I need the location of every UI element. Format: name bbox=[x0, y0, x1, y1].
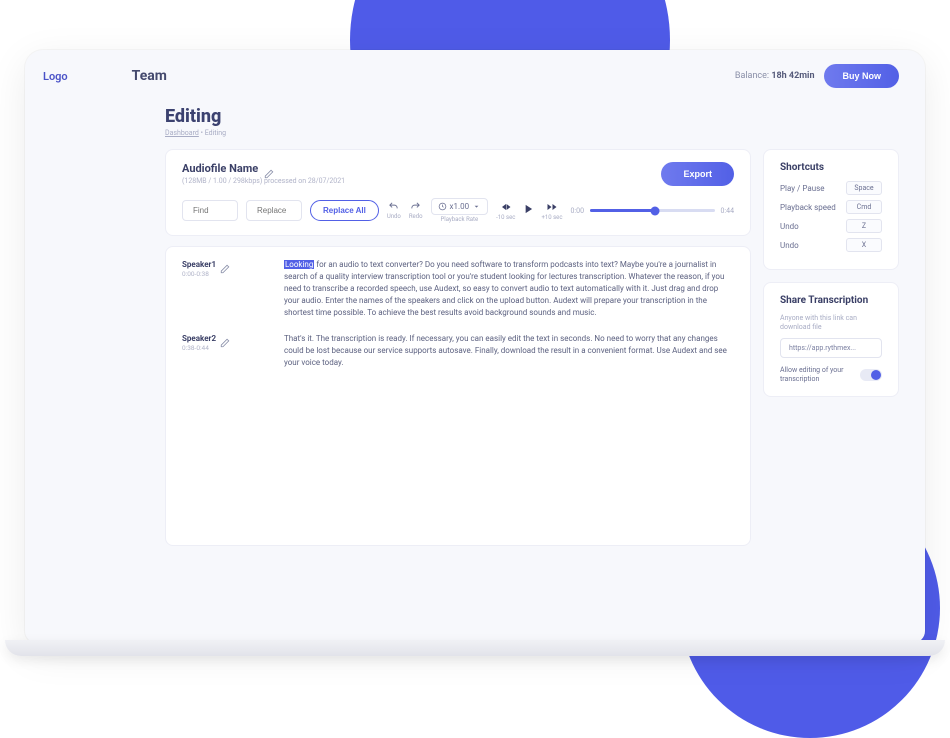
segment-text[interactable]: Looking for an audio to text converter? … bbox=[284, 259, 734, 319]
page-title: Editing bbox=[165, 106, 785, 127]
speaker-label: Speaker2 bbox=[182, 334, 216, 343]
page-heading: Editing Dashboard • Editing bbox=[25, 102, 925, 141]
segment-time: 0:00-0:38 bbox=[182, 270, 244, 278]
file-name: Audiofile Name bbox=[182, 162, 258, 175]
file-card: Audiofile Name (128MB / 1.00 / 298kbps) … bbox=[165, 149, 751, 236]
shortcut-key: Space bbox=[846, 181, 882, 195]
team-heading: Team bbox=[132, 68, 735, 84]
shortcut-key: X bbox=[846, 238, 882, 252]
playback-controls: -10 sec +10 sec bbox=[496, 201, 562, 221]
toggle-knob bbox=[871, 370, 881, 380]
redo-label: Redo bbox=[409, 213, 423, 220]
right-column: Shortcuts Play / Pause Space Playback sp… bbox=[763, 149, 899, 546]
segment-text[interactable]: That's it. The transcription is ready. I… bbox=[284, 333, 734, 369]
skip-back-button[interactable]: -10 sec bbox=[496, 201, 515, 221]
share-card: Share Transcription Anyone with this lin… bbox=[763, 282, 899, 397]
speaker-label: Speaker1 bbox=[182, 260, 216, 269]
shortcuts-title: Shortcuts bbox=[780, 162, 882, 173]
edit-toggle[interactable] bbox=[860, 369, 882, 381]
shortcut-key: Cmd bbox=[846, 200, 882, 214]
undo-button[interactable]: Undo bbox=[387, 201, 401, 220]
file-meta: (128MB / 1.00 / 298kbps) processed on 28… bbox=[182, 177, 661, 185]
transcript-segment: Speaker2 0:38-0:44 That's it. The transc… bbox=[182, 333, 734, 369]
search-highlight: Looking bbox=[284, 260, 314, 269]
breadcrumb-current: Editing bbox=[205, 129, 226, 137]
share-subtitle: Anyone with this link can download file bbox=[780, 314, 882, 332]
main-grid: Audiofile Name (128MB / 1.00 / 298kbps) … bbox=[25, 141, 925, 566]
pencil-icon[interactable] bbox=[220, 259, 230, 269]
toolbar: Replace All Undo Redo x1.00 bbox=[182, 198, 734, 223]
progress-start-time: 0:00 bbox=[571, 207, 585, 215]
shortcut-row: Playback speed Cmd bbox=[780, 200, 882, 214]
breadcrumb-dashboard[interactable]: Dashboard bbox=[165, 129, 199, 137]
playback-rate-value: x1.00 bbox=[450, 202, 470, 211]
share-link-input[interactable]: https://app.rythmex... bbox=[780, 338, 882, 358]
balance-label: Balance: bbox=[735, 71, 769, 81]
chevron-down-icon bbox=[472, 202, 481, 211]
playback-rate-select[interactable]: x1.00 bbox=[431, 198, 489, 215]
shortcut-label: Play / Pause bbox=[780, 184, 824, 193]
redo-button[interactable]: Redo bbox=[409, 201, 423, 220]
shortcut-label: Undo bbox=[780, 241, 799, 250]
skip-forward-label: +10 sec bbox=[541, 214, 562, 221]
playback-rate-label: Playback Rate bbox=[440, 216, 478, 223]
shortcuts-card: Shortcuts Play / Pause Space Playback sp… bbox=[763, 149, 899, 270]
transcript-card: Speaker1 0:00-0:38 Looking for an audio … bbox=[165, 246, 751, 546]
balance-display: Balance: 18h 42min bbox=[735, 71, 815, 81]
device-base bbox=[5, 640, 945, 656]
buy-now-button[interactable]: Buy Now bbox=[824, 64, 899, 88]
skip-forward-button[interactable]: +10 sec bbox=[541, 201, 562, 221]
replace-all-button[interactable]: Replace All bbox=[310, 200, 379, 221]
breadcrumb: Dashboard • Editing bbox=[165, 129, 785, 137]
device-frame: Logo Team Balance: 18h 42min Buy Now Edi… bbox=[25, 50, 925, 643]
edit-toggle-label: Allow editing of your transcription bbox=[780, 366, 854, 384]
undo-label: Undo bbox=[387, 213, 401, 220]
shortcut-row: Play / Pause Space bbox=[780, 181, 882, 195]
shortcut-row: Undo X bbox=[780, 238, 882, 252]
shortcut-label: Playback speed bbox=[780, 203, 836, 212]
shortcut-key: Z bbox=[846, 219, 882, 233]
segment-time: 0:38-0:44 bbox=[182, 344, 244, 352]
shortcut-row: Undo Z bbox=[780, 219, 882, 233]
play-button[interactable] bbox=[521, 201, 535, 220]
replace-input[interactable] bbox=[246, 200, 302, 221]
pencil-icon[interactable] bbox=[220, 333, 230, 343]
export-button[interactable]: Export bbox=[661, 162, 734, 186]
balance-value: 18h 42min bbox=[771, 71, 814, 81]
progress-end-time: 0:44 bbox=[721, 207, 735, 215]
pencil-icon[interactable] bbox=[264, 164, 274, 174]
logo: Logo bbox=[43, 70, 68, 83]
share-title: Share Transcription bbox=[780, 295, 882, 306]
progress-bar[interactable]: 0:00 0:44 bbox=[571, 207, 735, 215]
left-column: Audiofile Name (128MB / 1.00 / 298kbps) … bbox=[165, 149, 751, 546]
transcript-segment: Speaker1 0:00-0:38 Looking for an audio … bbox=[182, 259, 734, 319]
find-input[interactable] bbox=[182, 200, 238, 221]
skip-back-label: -10 sec bbox=[496, 214, 515, 221]
topbar: Logo Team Balance: 18h 42min Buy Now bbox=[25, 50, 925, 102]
shortcut-label: Undo bbox=[780, 222, 799, 231]
